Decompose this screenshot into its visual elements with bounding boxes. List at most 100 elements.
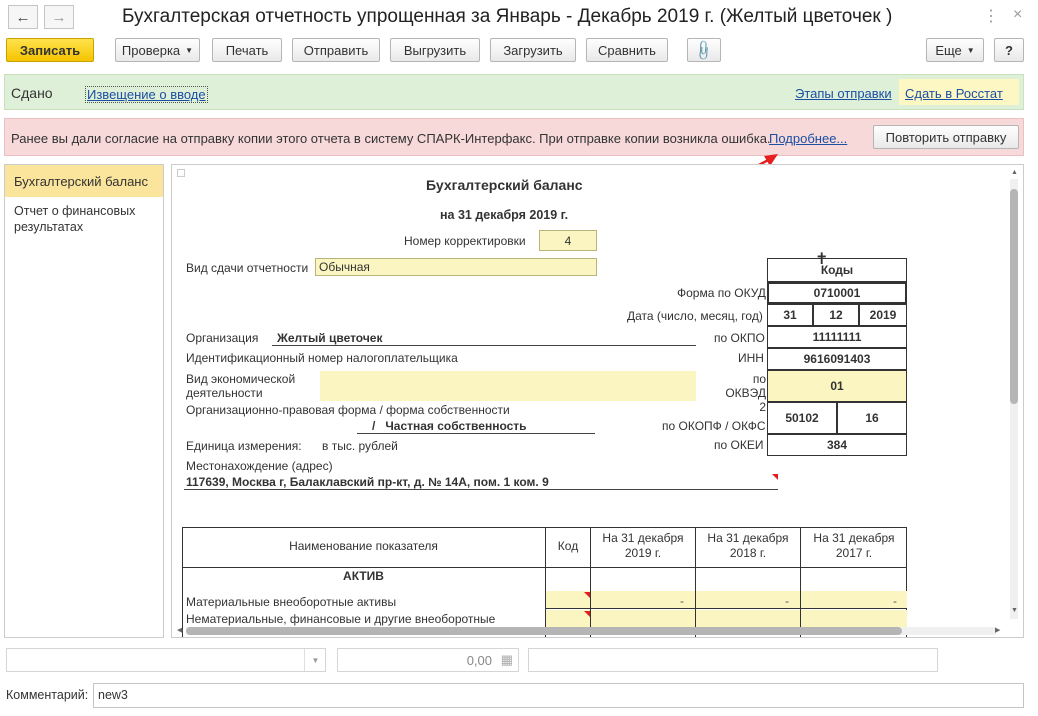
correction-field[interactable]: 4 (539, 230, 597, 251)
vertical-scrollbar[interactable] (1010, 179, 1018, 619)
table-divider (800, 610, 801, 628)
col-header-name: Наименование показателя (289, 539, 438, 553)
date-year: 2019 (859, 304, 907, 326)
scroll-left-icon[interactable]: ◀ (177, 626, 182, 634)
corner-marker (177, 169, 185, 177)
col-header-2017: На 31 декабря 2017 г. (813, 531, 895, 560)
forward-button[interactable]: → (44, 5, 74, 29)
col-header-code: Код (557, 539, 579, 553)
address-value: 117639, Москва г, Балаклавский пр-кт, д.… (186, 475, 549, 489)
horizontal-scrollbar[interactable] (186, 627, 996, 635)
chevron-down-icon: ▼ (185, 45, 194, 55)
okved-value[interactable]: 01 (767, 370, 907, 402)
check-label: Проверка (121, 42, 181, 58)
okopf-label: по ОКОПФ / ОКФС (662, 419, 766, 433)
sidebar-item-label: Бухгалтерский баланс (14, 174, 148, 189)
send-button[interactable]: Отправить (292, 38, 380, 62)
notice-link[interactable]: Извещение о вводе (85, 86, 208, 103)
comment-marker-icon (584, 592, 590, 598)
status-panel: Сдано Извещение о вводе Этапы отправки С… (4, 74, 1024, 110)
table-divider (590, 591, 591, 609)
print-button[interactable]: Печать (212, 38, 282, 62)
activity-label: Вид экономической деятельности (186, 372, 296, 400)
codes-header: Коды (767, 258, 907, 282)
okfs-value: 16 (837, 402, 907, 434)
org-label: Организация (186, 331, 259, 345)
form-area: Бухгалтерский баланс на 31 декабря 2019 … (171, 164, 1024, 638)
submission-field[interactable]: Обычная (315, 258, 597, 276)
comment-label: Комментарий: (6, 688, 89, 702)
okved-label: по ОКВЭД 2 (725, 372, 766, 414)
cell-2017[interactable]: - (893, 594, 897, 608)
sidebar-item-label: Отчет о финансовых результатах (14, 204, 136, 234)
date-month: 12 (813, 304, 859, 326)
more-vertical-icon[interactable]: ⋮ (983, 6, 999, 26)
error-text: Ранее вы дали согласие на отправку копии… (11, 131, 771, 146)
retry-button[interactable]: Повторить отправку (873, 125, 1019, 149)
comment-marker-icon (772, 474, 778, 480)
scroll-right-icon[interactable]: ▶ (995, 626, 1000, 634)
sidebar-item-balance[interactable]: Бухгалтерский баланс (5, 165, 163, 197)
arrow-right-icon: → (51, 8, 67, 26)
org-underline (272, 345, 696, 346)
rosstat-link[interactable]: Сдать в Росстат (905, 86, 1003, 101)
close-icon[interactable]: × (1013, 6, 1022, 24)
cell-2019[interactable]: - (680, 594, 684, 608)
calculator-icon[interactable]: ▦ (501, 652, 513, 668)
section-header: АКТИВ (343, 569, 384, 583)
chevron-down-icon[interactable]: ▼ (304, 649, 326, 671)
more-button[interactable]: Еще ▼ (926, 38, 984, 62)
table-divider (800, 591, 801, 609)
table-divider (695, 610, 696, 628)
horizontal-scroll-thumb[interactable] (186, 627, 902, 635)
chevron-down-icon: ▼ (966, 45, 975, 55)
col-header-2019: На 31 декабря 2019 г. (602, 531, 684, 560)
sidebar: Бухгалтерский баланс Отчет о финансовых … (4, 164, 164, 638)
okei-label: по ОКЕИ (714, 438, 764, 452)
cell-2018[interactable]: - (785, 594, 789, 608)
comment-input[interactable]: new3 (93, 683, 1024, 708)
more-label: Еще (935, 42, 962, 58)
table-row-fill (546, 591, 907, 609)
okud-label: Форма по ОКУД (677, 286, 766, 300)
scroll-down-icon[interactable]: ▼ (1011, 607, 1018, 614)
import-button[interactable]: Загрузить (490, 38, 576, 62)
table-divider (695, 591, 696, 609)
export-button[interactable]: Выгрузить (390, 38, 480, 62)
details-link[interactable]: Подробнее... (769, 131, 847, 146)
window-title: Бухгалтерская отчетность упрощенная за Я… (122, 6, 893, 27)
legal-form-underline (357, 433, 595, 434)
form-title: Бухгалтерский баланс (426, 177, 583, 193)
okpo-value: 11111111 (767, 326, 907, 348)
stages-link[interactable]: Этапы отправки (795, 86, 892, 101)
attach-button[interactable]: 📎 (687, 38, 721, 62)
scroll-up-icon[interactable]: ▲ (1011, 169, 1018, 176)
address-underline (184, 489, 778, 490)
submission-label: Вид сдачи отчетности (186, 261, 309, 275)
status-text: Сдано (11, 85, 53, 101)
activity-field[interactable] (320, 371, 696, 401)
help-button[interactable]: ? (994, 38, 1024, 62)
bottom-select[interactable]: ▼ (6, 648, 326, 672)
back-button[interactable]: ← (8, 5, 38, 29)
okud-value: 0710001 (767, 282, 907, 304)
okei-value: 384 (767, 434, 907, 456)
amount-field[interactable]: 0,00 ▦ (337, 648, 519, 672)
compare-button[interactable]: Сравнить (586, 38, 668, 62)
paperclip-icon: 📎 (692, 37, 717, 62)
vertical-scroll-thumb[interactable] (1010, 189, 1018, 404)
unit-label: Единица измерения: (186, 439, 302, 453)
info-field[interactable] (528, 648, 938, 672)
inn-label: Идентификационный номер налогоплательщик… (186, 351, 458, 365)
address-label: Местонахождение (адрес) (186, 459, 333, 473)
sidebar-item-financial-results[interactable]: Отчет о финансовых результатах (5, 203, 155, 235)
table-divider (590, 610, 591, 628)
cursor-icon: ✝ (815, 251, 829, 268)
col-header-2018: На 31 декабря 2018 г. (707, 531, 789, 560)
save-button[interactable]: Записать (6, 38, 94, 62)
date-label: Дата (число, месяц, год) (627, 309, 763, 323)
check-button[interactable]: Проверка ▼ (115, 38, 200, 62)
row-label: Нематериальные, финансовые и другие внео… (186, 612, 496, 626)
amount-value: 0,00 (466, 653, 492, 668)
unit-value: в тыс. рублей (322, 439, 398, 453)
